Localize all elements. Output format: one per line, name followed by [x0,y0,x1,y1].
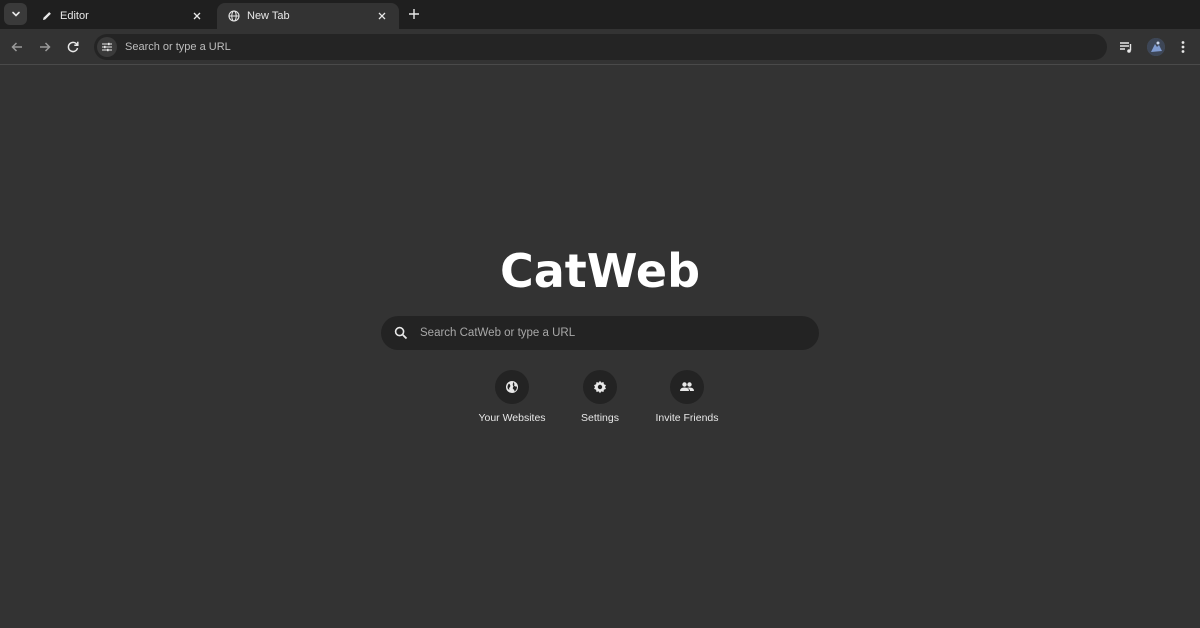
globe-icon [227,9,241,23]
shortcut-label: Settings [581,412,619,424]
catweb-logo: CatWeb [499,244,700,298]
tab-title: Editor [60,10,89,22]
address-bar-placeholder: Search or type a URL [125,41,231,53]
plus-icon [409,9,419,19]
shortcut-invite-friends[interactable]: Invite Friends [637,370,737,424]
close-icon[interactable] [190,9,204,23]
chevron-down-icon [11,11,20,17]
new-tab-page: CatWeb Search CatWeb or type a URL Your … [0,66,1200,628]
reload-button[interactable] [63,37,83,57]
tab-editor[interactable]: Editor [30,3,214,29]
back-button[interactable] [7,37,27,57]
tab-new-tab[interactable]: New Tab [217,3,399,29]
search-placeholder: Search CatWeb or type a URL [420,327,576,339]
more-vertical-icon [1181,41,1185,53]
tab-strip: Editor New Tab [0,0,1200,29]
site-settings-icon[interactable] [97,37,117,57]
profile-button[interactable] [1146,37,1166,57]
shortcut-label: Invite Friends [655,412,719,424]
people-icon [670,370,704,404]
reading-list-button[interactable] [1116,37,1136,57]
queue-music-icon [1120,42,1132,53]
shortcut-settings[interactable]: Settings [550,370,650,424]
close-icon[interactable] [375,9,389,23]
tab-search-button[interactable] [4,3,27,25]
new-tab-button[interactable] [404,5,424,23]
shortcut-your-websites[interactable]: Your Websites [462,370,562,424]
arrow-right-icon [40,42,51,52]
tab-title: New Tab [247,10,290,22]
shortcut-label: Your Websites [478,412,546,424]
pencil-icon [40,9,54,23]
forward-button[interactable] [35,37,55,57]
gear-icon [583,370,617,404]
search-box[interactable]: Search CatWeb or type a URL [381,316,819,350]
browser-toolbar: Search or type a URL [0,29,1200,65]
avatar [1147,38,1165,56]
globe-icon [495,370,529,404]
reload-icon [67,41,79,53]
menu-button[interactable] [1173,37,1193,57]
search-icon [393,325,409,341]
arrow-left-icon [11,42,22,52]
address-bar[interactable]: Search or type a URL [94,34,1107,60]
